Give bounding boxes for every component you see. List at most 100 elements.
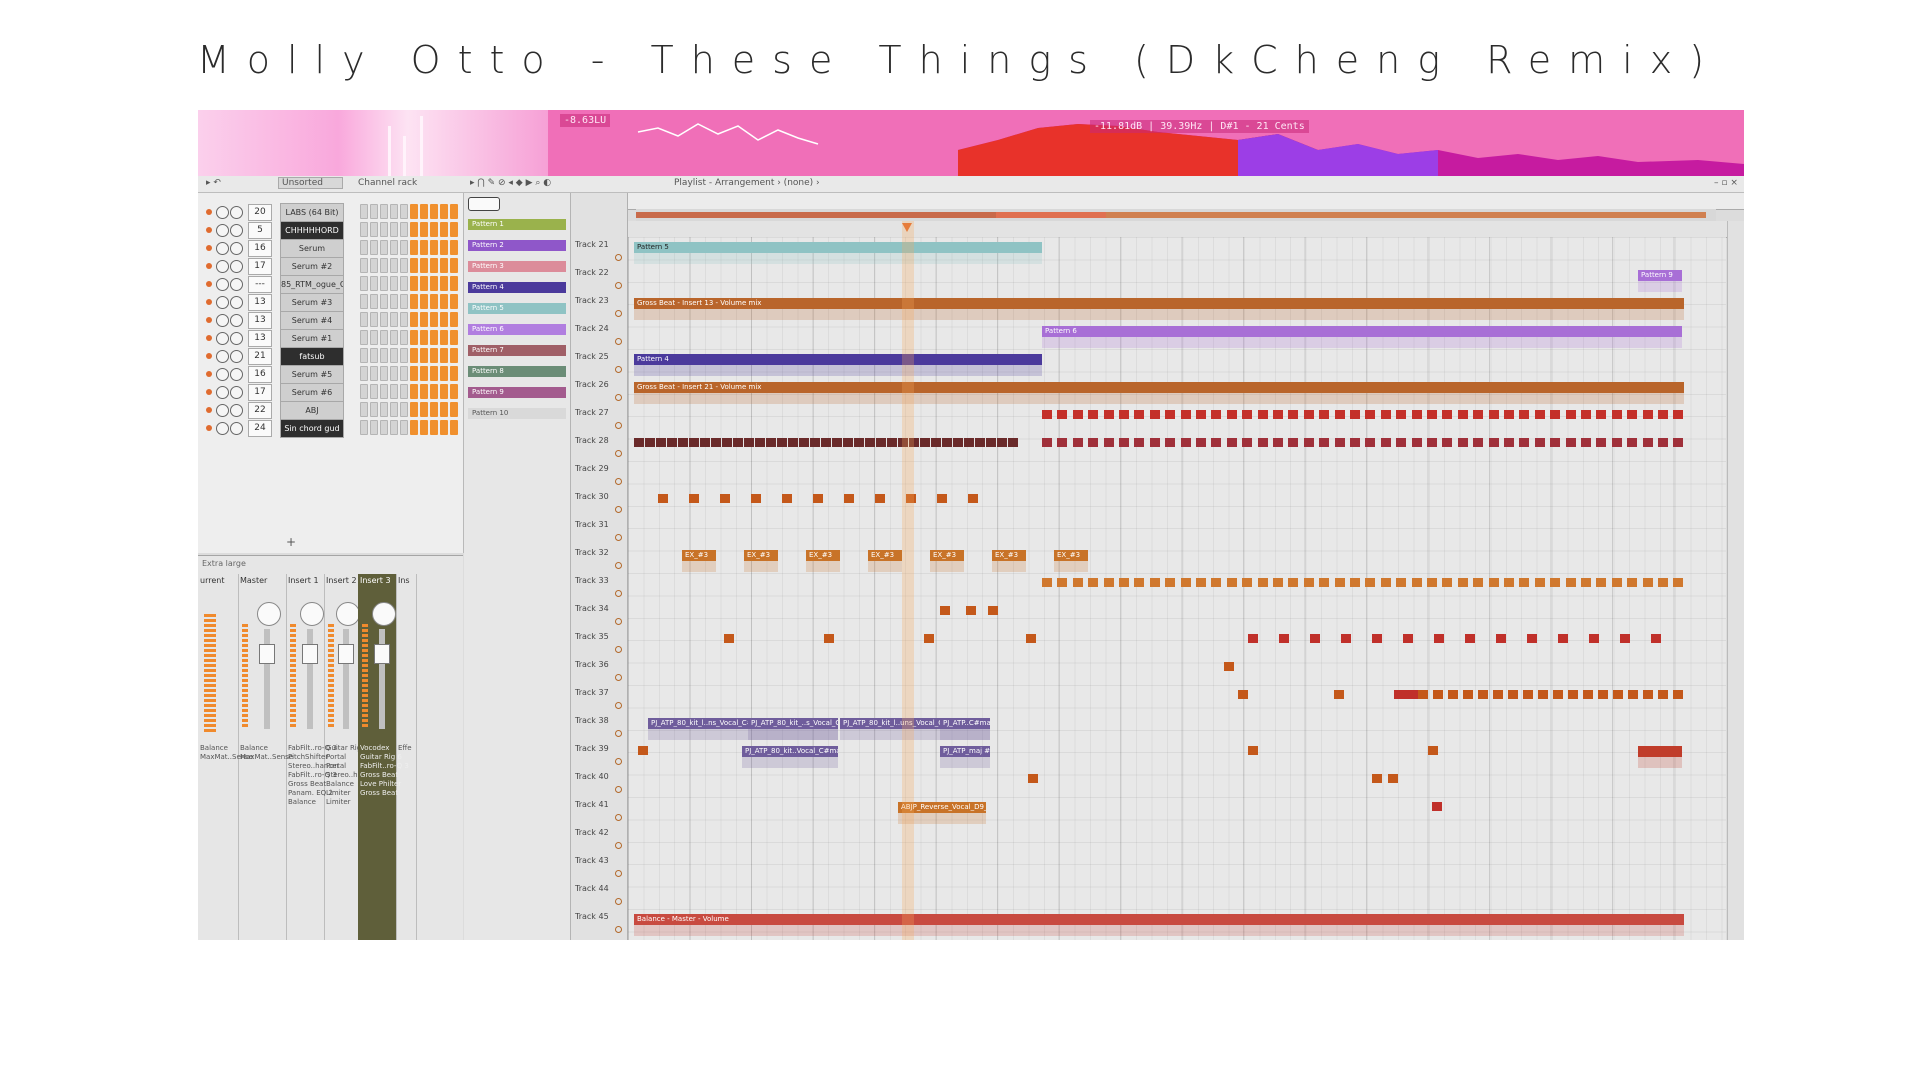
track-name[interactable]: Track 32 (575, 548, 609, 557)
playlist-clip[interactable] (810, 438, 820, 447)
track-mute-dot[interactable] (615, 786, 622, 793)
browser-filter[interactable]: Unsorted (278, 177, 343, 189)
pattern-item[interactable]: Pattern 8 (468, 366, 566, 377)
playlist-clip[interactable] (1088, 438, 1099, 447)
playlist-clip[interactable] (1149, 438, 1160, 447)
playlist-clip[interactable] (997, 438, 1007, 447)
volume-knob-icon[interactable] (372, 602, 396, 626)
step-button[interactable] (430, 366, 438, 381)
playlist-clip[interactable] (1627, 438, 1638, 447)
step-button[interactable] (360, 222, 368, 237)
playlist-clip[interactable] (1134, 578, 1145, 587)
step-button[interactable] (390, 276, 398, 291)
step-button[interactable] (440, 312, 448, 327)
step-button[interactable] (420, 240, 428, 255)
playlist-clip[interactable] (1643, 690, 1653, 699)
playlist-clip[interactable]: Pattern 4 (634, 354, 1042, 365)
playlist-clip[interactable] (968, 494, 978, 503)
playlist-clip[interactable] (1224, 662, 1234, 671)
vertical-scrollbar[interactable] (1727, 221, 1744, 940)
track-mute-dot[interactable] (615, 534, 622, 541)
volume-knob-icon[interactable] (230, 278, 243, 291)
step-button[interactable] (410, 402, 418, 417)
playlist-clip[interactable] (1180, 578, 1191, 587)
timeline-ruler[interactable] (628, 221, 1744, 238)
track-mute-dot[interactable] (615, 338, 622, 345)
playlist-clip[interactable] (1673, 410, 1684, 419)
playlist-clip[interactable] (1527, 634, 1537, 643)
step-button[interactable] (400, 276, 408, 291)
step-button[interactable] (440, 204, 448, 219)
playlist-clip[interactable] (1334, 438, 1345, 447)
mixer-strip[interactable]: Master Balance MaxMat..Sense (238, 574, 293, 940)
track-name[interactable]: Track 41 (575, 800, 609, 809)
step-button[interactable] (420, 330, 428, 345)
pattern-item[interactable]: Pattern 1 (468, 219, 566, 230)
playlist-clip[interactable] (1504, 410, 1514, 419)
step-button[interactable] (400, 402, 408, 417)
track-name[interactable]: Track 35 (575, 632, 609, 641)
playlist-clip[interactable] (821, 438, 831, 447)
pan-knob-icon[interactable] (216, 224, 229, 237)
step-button[interactable] (410, 366, 418, 381)
step-button[interactable] (360, 240, 368, 255)
playlist-clip[interactable] (1303, 438, 1314, 447)
step-button[interactable] (430, 312, 438, 327)
playlist-grid[interactable]: Pattern 5 Pattern 9 Gross Beat - Insert 13… (628, 237, 1726, 940)
playlist-clip[interactable] (1550, 578, 1561, 587)
step-button[interactable] (390, 240, 398, 255)
playlist-clip[interactable] (788, 438, 798, 447)
channel-led[interactable] (206, 227, 212, 233)
channel-led[interactable] (206, 245, 212, 251)
step-button[interactable] (360, 384, 368, 399)
playlist-clip[interactable] (782, 494, 792, 503)
step-button[interactable] (430, 420, 438, 435)
playlist-clip[interactable] (1303, 578, 1314, 587)
step-button[interactable] (390, 204, 398, 219)
track-mute-dot[interactable] (615, 814, 622, 821)
step-button[interactable] (390, 420, 398, 435)
playlist-clip[interactable] (1628, 690, 1638, 699)
playlist-clip[interactable] (678, 438, 688, 447)
playlist-clip[interactable] (1611, 410, 1622, 419)
step-button[interactable] (390, 366, 398, 381)
step-button[interactable] (400, 312, 408, 327)
playlist-clip[interactable] (1042, 438, 1052, 447)
pattern-item[interactable]: Pattern 4 (468, 282, 566, 293)
playlist-clip[interactable] (1651, 634, 1661, 643)
pan-knob-icon[interactable] (216, 242, 229, 255)
playlist-clip[interactable] (1523, 690, 1533, 699)
playlist-clip[interactable]: PJ_ATP..C#maj (940, 718, 990, 729)
playlist-clip[interactable] (1473, 438, 1484, 447)
playlist-clip[interactable] (1488, 438, 1499, 447)
playlist-clip[interactable] (1428, 746, 1438, 755)
playlist-clip[interactable] (1103, 438, 1114, 447)
playlist-clip[interactable] (1288, 410, 1299, 419)
step-button[interactable] (410, 204, 418, 219)
playlist-clip[interactable] (1565, 438, 1576, 447)
channel-led[interactable] (206, 299, 212, 305)
channel-name-button[interactable]: Sin chord gud (280, 419, 344, 438)
playlist-clip[interactable] (1273, 578, 1283, 587)
playlist-clip[interactable] (1303, 410, 1314, 419)
step-button[interactable] (430, 330, 438, 345)
playlist-clip[interactable] (1196, 410, 1206, 419)
playlist-clip[interactable] (799, 438, 809, 447)
playlist-clip[interactable] (1103, 410, 1114, 419)
playlist-clip[interactable] (966, 606, 976, 615)
step-button[interactable] (420, 294, 428, 309)
playlist-clip[interactable] (1457, 410, 1468, 419)
step-button[interactable] (450, 420, 458, 435)
playlist-clip[interactable] (1463, 690, 1473, 699)
step-button[interactable] (400, 420, 408, 435)
track-name[interactable]: Track 34 (575, 604, 609, 613)
playlist-clip[interactable] (1103, 578, 1114, 587)
step-sequencer[interactable] (360, 330, 458, 346)
back-icon[interactable]: ▸ ↶ (206, 178, 221, 188)
playlist-clip[interactable]: EX_#3 (868, 550, 902, 561)
step-button[interactable] (400, 222, 408, 237)
step-button[interactable] (450, 258, 458, 273)
pattern-item[interactable]: Pattern 5 (468, 303, 566, 314)
playlist-clip[interactable] (1565, 578, 1576, 587)
playlist-clip[interactable] (1319, 410, 1330, 419)
